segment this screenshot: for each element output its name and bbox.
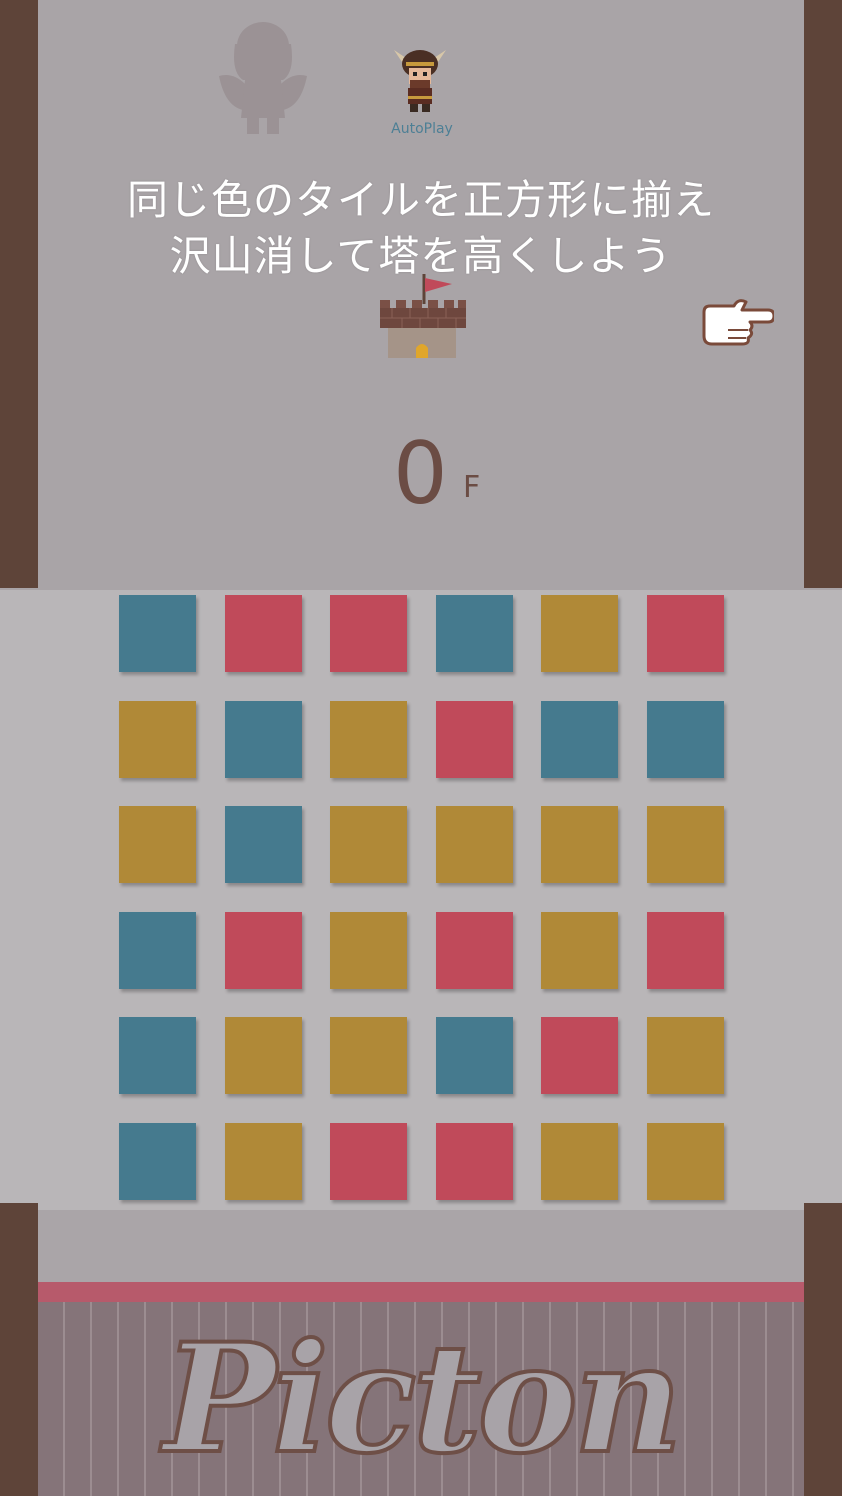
tile-red[interactable] [225, 595, 302, 672]
tile-yellow[interactable] [541, 1123, 618, 1200]
bottom-band [38, 1282, 804, 1302]
tile-yellow[interactable] [330, 912, 407, 989]
tile-yellow[interactable] [330, 701, 407, 778]
tile-yellow[interactable] [541, 595, 618, 672]
tile-yellow[interactable] [225, 1017, 302, 1094]
tile-blue[interactable] [119, 1123, 196, 1200]
pointing-hand-icon[interactable] [698, 294, 774, 350]
tile-red[interactable] [330, 1123, 407, 1200]
tile-yellow[interactable] [330, 806, 407, 883]
tile-yellow[interactable] [436, 806, 513, 883]
left-wall-bottom [0, 1203, 38, 1496]
tile-yellow[interactable] [647, 1123, 724, 1200]
tile-yellow[interactable] [647, 1017, 724, 1094]
tile-blue[interactable] [647, 701, 724, 778]
castle-icon [380, 274, 466, 358]
tile-yellow[interactable] [119, 701, 196, 778]
tile-red[interactable] [436, 1123, 513, 1200]
tile-blue[interactable] [541, 701, 618, 778]
tile-blue[interactable] [436, 1017, 513, 1094]
left-wall-top [0, 0, 38, 588]
tile-red[interactable] [541, 1017, 618, 1094]
floor-number: 0 [393, 424, 448, 524]
tile-blue[interactable] [436, 595, 513, 672]
tile-blue[interactable] [225, 806, 302, 883]
viking-character-icon[interactable] [388, 40, 452, 120]
tile-red[interactable] [647, 595, 724, 672]
board-area [0, 590, 842, 1210]
floor-counter: 0 F [393, 424, 513, 524]
tile-yellow[interactable] [541, 806, 618, 883]
tile-blue[interactable] [225, 701, 302, 778]
right-wall-top [804, 0, 842, 588]
right-wall-bottom [804, 1203, 842, 1496]
autoplay-label[interactable]: AutoPlay [380, 121, 464, 137]
tile-red[interactable] [436, 701, 513, 778]
tile-blue[interactable] [119, 1017, 196, 1094]
tile-yellow[interactable] [647, 806, 724, 883]
tile-red[interactable] [647, 912, 724, 989]
tile-blue[interactable] [119, 595, 196, 672]
tile-red[interactable] [330, 595, 407, 672]
game-logo: Picton [161, 1309, 685, 1489]
tile-red[interactable] [436, 912, 513, 989]
tile-red[interactable] [225, 912, 302, 989]
instruction-line-1: 同じ色のタイルを正方形に揃え [127, 176, 715, 224]
tile-yellow[interactable] [541, 912, 618, 989]
tile-yellow[interactable] [330, 1017, 407, 1094]
tile-yellow[interactable] [225, 1123, 302, 1200]
floor-unit: F [463, 470, 481, 505]
angel-silhouette-icon[interactable] [213, 14, 313, 138]
tile-yellow[interactable] [119, 806, 196, 883]
tile-blue[interactable] [119, 912, 196, 989]
